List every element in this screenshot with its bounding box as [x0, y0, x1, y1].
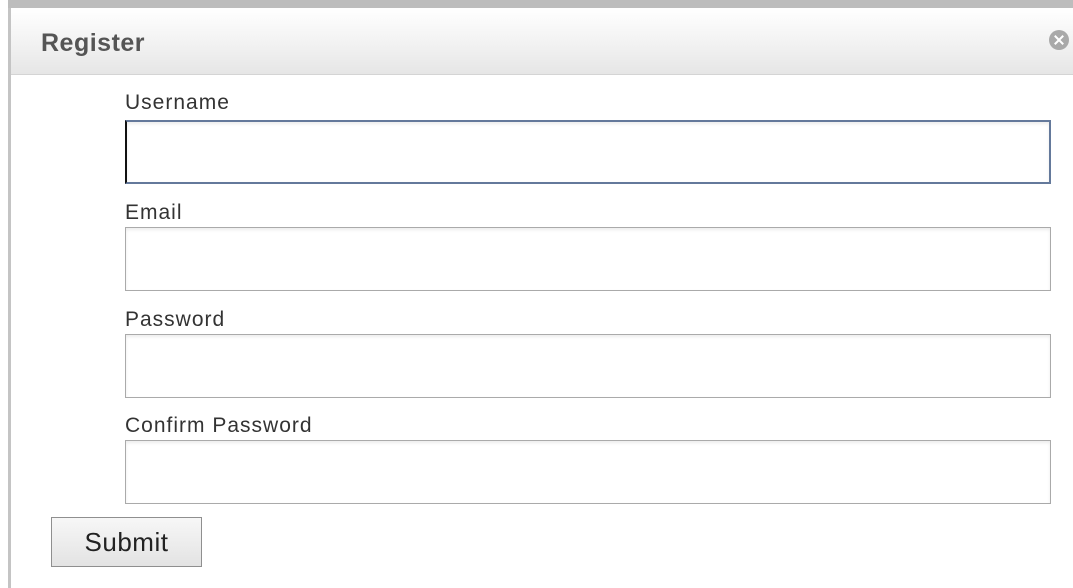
email-input[interactable]: [125, 227, 1051, 291]
dialog-title-bar: Register: [11, 9, 1073, 75]
dialog-title: Register: [41, 29, 146, 57]
password-input[interactable]: [125, 334, 1051, 398]
password-label: Password: [125, 308, 226, 331]
username-label: Username: [125, 91, 230, 114]
register-dialog: Register Username Email Password Confirm…: [8, 8, 1073, 588]
email-label: Email: [125, 201, 183, 224]
username-input[interactable]: [125, 120, 1051, 184]
confirm-password-input[interactable]: [125, 440, 1051, 504]
submit-button[interactable]: Submit: [51, 517, 202, 567]
confirm-password-label: Confirm Password: [125, 414, 313, 437]
close-icon[interactable]: [1049, 30, 1069, 50]
